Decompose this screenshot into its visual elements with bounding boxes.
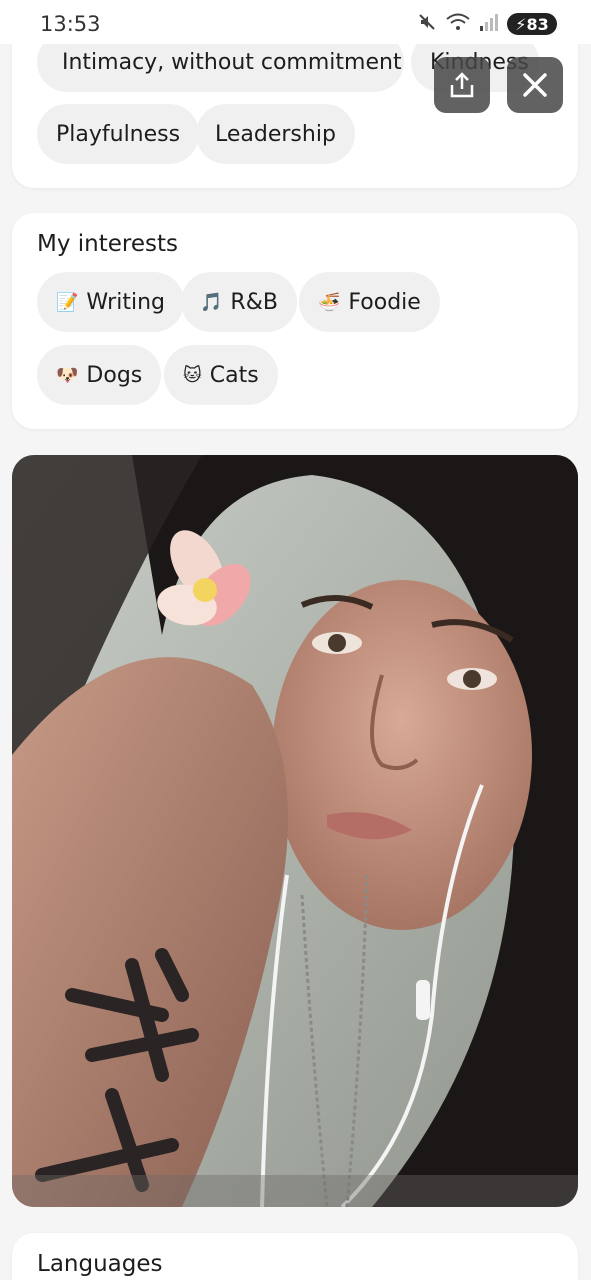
chip-rnb[interactable]: 🎵 R&B [181,272,297,332]
chip-label: Intimacy, without commitment [62,49,402,75]
cat-icon: 🐱 [183,364,202,386]
chip-label: Cats [209,362,259,388]
mute-icon [417,12,437,36]
close-button[interactable] [507,57,563,113]
interests-card: My interests 📝 Writing 🎵 R&B 🍜 Foodie 🐶 … [12,213,578,429]
chip-dogs[interactable]: 🐶 Dogs [37,345,162,405]
battery-level: 83 [526,14,549,34]
share-button[interactable] [434,57,490,113]
noodle-bowl-icon: 🍜 [318,291,341,313]
close-icon [523,73,547,97]
battery-icon: ⚡ 83 [507,13,557,35]
dog-icon: 🐶 [56,364,79,386]
languages-card: Languages [12,1233,578,1280]
interests-title: My interests [37,231,178,257]
status-bar: 13:53 ⚡ 83 [0,0,591,44]
signal-icon [479,12,499,36]
chip-label: R&B [230,289,278,315]
music-note-icon: 🎵 [200,291,223,313]
chip-label: Dogs [86,362,143,388]
chip-playfulness[interactable]: Playfulness [37,104,200,164]
chip-leadership[interactable]: Leadership [196,104,355,164]
profile-photo[interactable] [12,455,578,1207]
writing-icon: 📝 [56,291,79,313]
wifi-icon [445,12,471,36]
chip-label: Leadership [215,121,336,147]
status-time: 13:53 [40,12,101,36]
photo-illustration [12,455,578,1207]
chip-label: Playfulness [56,121,181,147]
chip-cats[interactable]: 🐱 Cats [164,345,278,405]
chip-foodie[interactable]: 🍜 Foodie [299,272,440,332]
languages-title: Languages [37,1251,163,1277]
profile-screen: 13:53 ⚡ 83 Intimacy, without commitment … [0,0,591,1280]
status-icons: ⚡ 83 [417,12,557,36]
chip-label: Writing [86,289,165,315]
chip-label: Foodie [348,289,421,315]
chip-writing[interactable]: 📝 Writing [37,272,184,332]
share-icon [450,72,474,98]
